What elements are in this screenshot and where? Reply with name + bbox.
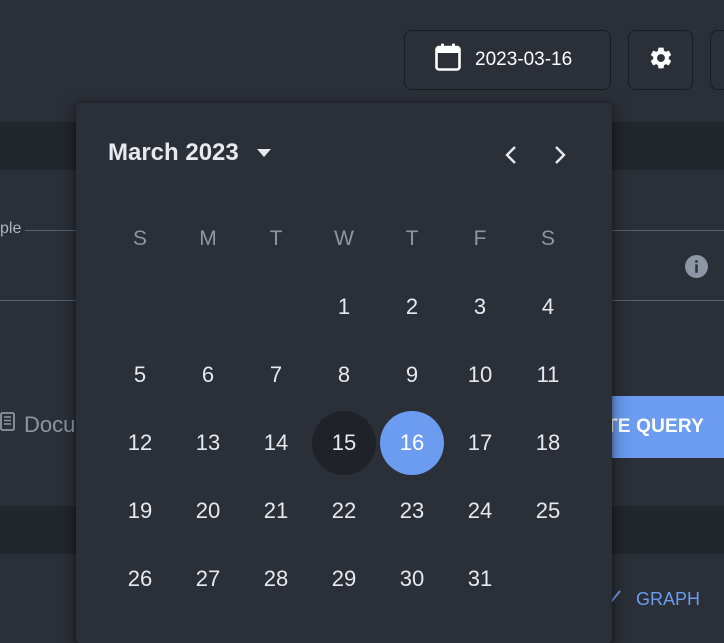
day-cell[interactable]: 3 <box>446 273 514 341</box>
day-cell[interactable]: 13 <box>174 409 242 477</box>
month-year-selector[interactable]: March 2023 <box>108 139 271 167</box>
day-cell[interactable]: 28 <box>242 545 310 613</box>
tab-graph-label: GRAPH <box>636 589 701 609</box>
day-cell[interactable]: 20 <box>174 477 242 545</box>
weekday-label: M <box>199 227 217 250</box>
weekday-label: S <box>132 227 147 250</box>
day-cell[interactable]: 26 <box>106 545 174 613</box>
day-cell-today[interactable]: 15 <box>310 409 378 477</box>
day-cell[interactable]: 14 <box>242 409 310 477</box>
execute-query-label: TE QUERY <box>606 416 705 437</box>
weekday-label: W <box>334 227 354 250</box>
day-cell[interactable]: 17 <box>446 409 514 477</box>
previous-month-button[interactable] <box>493 139 529 175</box>
day-cell[interactable]: 1 <box>310 273 378 341</box>
day-cell[interactable]: 25 <box>514 477 582 545</box>
day-cell[interactable]: 12 <box>106 409 174 477</box>
weekday-label: T <box>405 227 419 250</box>
day-cell[interactable]: 2 <box>378 273 446 341</box>
chevron-right-icon <box>553 145 567 170</box>
day-cell[interactable]: 29 <box>310 545 378 613</box>
settings-button[interactable] <box>628 30 693 90</box>
day-cell <box>514 545 582 613</box>
month-year-label: March 2023 <box>108 139 239 166</box>
day-cell[interactable]: 10 <box>446 341 514 409</box>
chevron-down-icon <box>256 149 271 157</box>
day-cell[interactable]: 18 <box>514 409 582 477</box>
toolbar-extra-button[interactable] <box>710 30 724 90</box>
day-cell[interactable]: 21 <box>242 477 310 545</box>
tab-graph[interactable]: GRAPH <box>604 588 700 611</box>
day-cell[interactable]: 27 <box>174 545 242 613</box>
day-cell <box>106 273 174 341</box>
day-cell-selected[interactable]: 16 <box>378 409 446 477</box>
day-cell <box>242 273 310 341</box>
gear-icon <box>648 45 674 76</box>
weekday-label: F <box>473 227 487 250</box>
day-cell[interactable]: 4 <box>514 273 582 341</box>
day-cell[interactable]: 9 <box>378 341 446 409</box>
day-cell[interactable]: 24 <box>446 477 514 545</box>
day-cell[interactable]: 19 <box>106 477 174 545</box>
documentation-label: Docu <box>24 412 76 437</box>
day-cell[interactable]: 11 <box>514 341 582 409</box>
chevron-left-icon <box>504 145 518 170</box>
day-cell[interactable]: 23 <box>378 477 446 545</box>
date-picker-popover: March 2023 S M T W T F S 1 2 3 4 5 6 7 8… <box>76 103 612 643</box>
calendar-icon <box>435 43 461 77</box>
day-cell[interactable]: 5 <box>106 341 174 409</box>
weekday-header: S M T W T F S <box>106 223 582 255</box>
next-month-button[interactable] <box>542 139 578 175</box>
day-cell[interactable]: 22 <box>310 477 378 545</box>
field-label: ple <box>0 220 26 238</box>
weekday-label: T <box>269 227 283 250</box>
weekday-label: S <box>540 227 555 250</box>
day-cell[interactable]: 30 <box>378 545 446 613</box>
info-icon[interactable] <box>684 254 709 279</box>
documentation-link[interactable]: Docu <box>0 412 75 438</box>
day-cell[interactable]: 8 <box>310 341 378 409</box>
day-cell[interactable]: 6 <box>174 341 242 409</box>
day-cell[interactable]: 7 <box>242 341 310 409</box>
day-cell[interactable]: 31 <box>446 545 514 613</box>
date-value: 2023-03-16 <box>475 49 573 70</box>
date-picker-button[interactable]: 2023-03-16 <box>404 30 611 90</box>
day-grid: 1 2 3 4 5 6 7 8 9 10 11 12 13 14 15 16 1… <box>106 273 582 613</box>
day-cell <box>174 273 242 341</box>
book-icon <box>0 412 16 438</box>
